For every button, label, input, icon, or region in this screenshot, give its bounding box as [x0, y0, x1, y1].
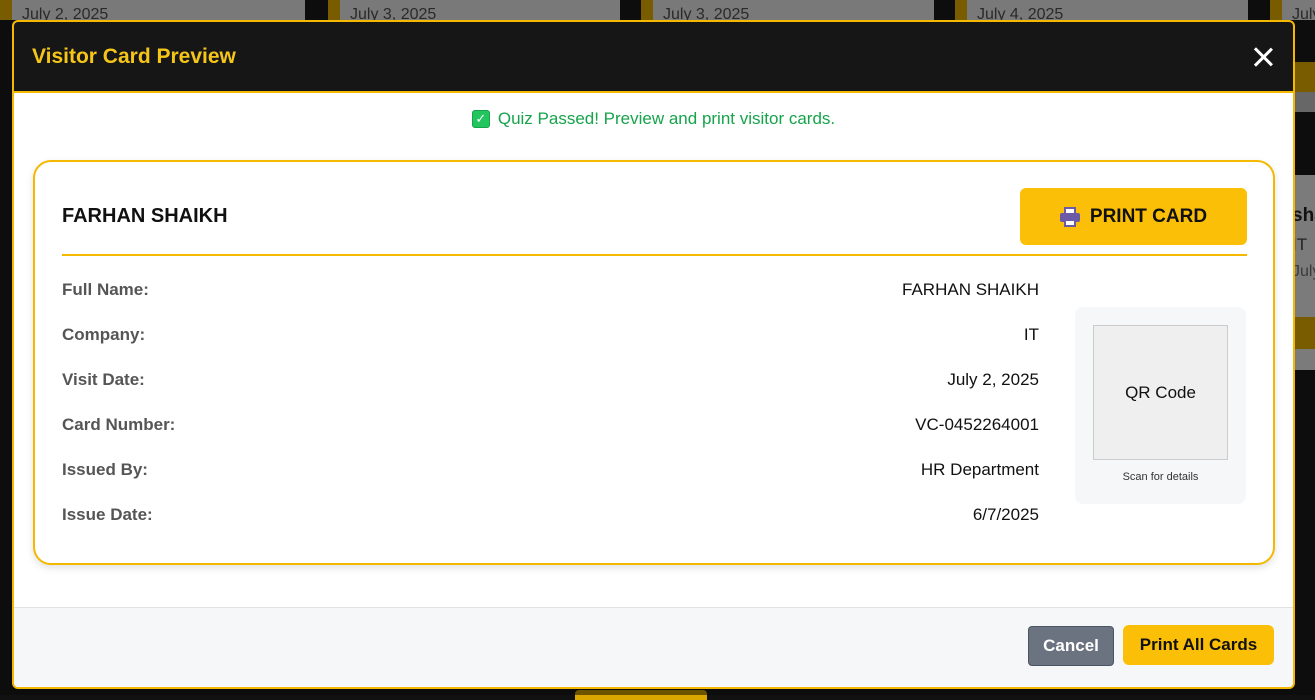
detail-row-card-number: Card Number: VC-0452264001 [62, 415, 1039, 460]
check-icon: ✓ [471, 110, 490, 128]
print-card-label: PRINT CARD [1089, 205, 1208, 227]
detail-value: VC-0452264001 [915, 415, 1039, 434]
detail-label: Visit Date: [62, 370, 145, 389]
detail-label: Company: [62, 325, 146, 344]
detail-value: FARHAN SHAIKH [902, 280, 1039, 299]
detail-label: Issued By: [62, 460, 148, 479]
card-header: FARHAN SHAIKH PRINT CARD [62, 188, 1247, 256]
detail-label: Full Name: [62, 280, 149, 299]
visitor-card: FARHAN SHAIKH PRINT CARD Full Name: FARH… [33, 160, 1275, 565]
qr-caption: Scan for details [1122, 471, 1199, 483]
print-card-button[interactable]: PRINT CARD [1020, 188, 1247, 245]
visitor-card-modal: Visitor Card Preview ✓ Quiz Passed! Prev… [12, 20, 1295, 689]
card-visitor-name: FARHAN SHAIKH [62, 205, 228, 227]
detail-row-visit-date: Visit Date: July 2, 2025 [62, 370, 1039, 415]
detail-value: IT [1023, 325, 1039, 344]
success-text: Quiz Passed! Preview and print visitor c… [497, 109, 836, 128]
detail-label: Card Number: [62, 415, 176, 434]
detail-value: HR Department [920, 460, 1039, 479]
modal-header: Visitor Card Preview [14, 22, 1293, 93]
qr-panel: QR Code Scan for details [1075, 307, 1246, 504]
detail-row-issued-by: Issued By: HR Department [62, 460, 1039, 505]
modal-footer: Cancel Print All Cards [14, 607, 1293, 687]
detail-value: July 2, 2025 [947, 370, 1039, 389]
detail-row-issue-date: Issue Date: 6/7/2025 [62, 505, 1039, 550]
qr-code: QR Code [1093, 325, 1228, 460]
modal-title: Visitor Card Preview [32, 44, 236, 68]
detail-value: 6/7/2025 [972, 505, 1039, 524]
cancel-button[interactable]: Cancel [1028, 626, 1114, 666]
print-all-cards-button[interactable]: Print All Cards [1123, 625, 1274, 665]
close-icon[interactable] [1251, 45, 1275, 69]
card-details: Full Name: FARHAN SHAIKH Company: IT Vis… [62, 280, 1039, 550]
detail-row-company: Company: IT [62, 325, 1039, 370]
detail-row-full-name: Full Name: FARHAN SHAIKH [62, 280, 1039, 325]
detail-label: Issue Date: [62, 505, 153, 524]
success-message: ✓ Quiz Passed! Preview and print visitor… [14, 109, 1293, 129]
printer-icon [1059, 206, 1080, 227]
